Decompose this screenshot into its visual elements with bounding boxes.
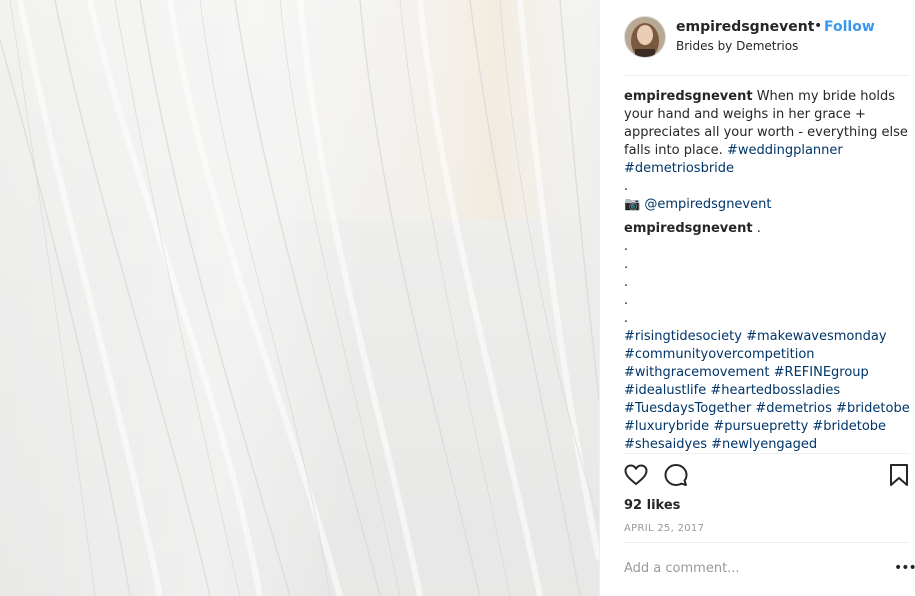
camera-icon: 📷	[624, 197, 641, 212]
caption-text: appreciates all your worth - everything …	[624, 125, 908, 140]
comment-line: empiredsgnevent .	[624, 220, 894, 238]
hashtag-link[interactable]: #REFINEgroup	[774, 365, 869, 380]
hashtag-link[interactable]: #bridetobe	[836, 401, 910, 416]
comment-dot: .	[624, 311, 629, 326]
hashtag-link[interactable]: #pursuepretty	[713, 419, 808, 434]
add-comment-input[interactable]: Add a comment...	[624, 561, 740, 576]
mention-link[interactable]: @empiredsgnevent	[644, 197, 771, 212]
avatar[interactable]	[624, 16, 666, 58]
caption-text: When my bride holds	[756, 89, 896, 104]
comment-bubble-icon	[664, 464, 688, 486]
likes-count[interactable]: 92 likes	[624, 498, 680, 513]
post-photo[interactable]	[0, 0, 599, 596]
hashtag-line: #withgracemovement #REFINEgroup	[624, 364, 894, 382]
caption-line: empiredsgnevent When my bride holds	[624, 88, 896, 106]
action-bar	[624, 463, 914, 491]
hashtag-line: #communityovercompetition	[624, 346, 894, 364]
profile-photo-icon	[625, 17, 665, 57]
hashtag-link[interactable]: #newlyengaged	[711, 437, 817, 452]
hashtag-line: #luxurybride #pursuepretty #bridetobe	[624, 418, 894, 436]
post-side-panel: empiredsgnevent • Follow Brides by Demet…	[599, 0, 915, 596]
hashtag-line: #idealustlife #heartedbossladies	[624, 382, 894, 400]
separator-dot: •	[814, 18, 823, 34]
hashtag-link[interactable]: #makewavesmonday	[746, 329, 886, 344]
comment-dot: .	[624, 257, 629, 272]
like-button[interactable]	[624, 463, 648, 491]
hashtag-link[interactable]: #bridetobe	[812, 419, 886, 434]
comment-button[interactable]	[664, 463, 688, 491]
caption-area: empiredsgnevent When my bride holds your…	[624, 88, 910, 454]
caption-username[interactable]: empiredsgnevent	[624, 89, 753, 104]
caption-dot: .	[624, 179, 629, 194]
follow-button[interactable]: Follow	[824, 19, 875, 35]
hashtag-line: #shesaidyes #newlyengaged	[624, 436, 894, 454]
hashtag-link[interactable]: #demetriosbride	[624, 161, 734, 176]
caption-text: your hand and weighs in her grace +	[624, 107, 866, 122]
caption-line: #demetriosbride	[624, 160, 894, 178]
hashtag-link[interactable]: #TuesdaysTogether	[624, 401, 751, 416]
comment-dot: .	[624, 239, 629, 254]
save-button[interactable]	[889, 463, 909, 491]
hashtag-line: #risingtidesociety #makewavesmonday	[624, 328, 894, 346]
comment-text: .	[756, 221, 761, 236]
post-username[interactable]: empiredsgnevent	[676, 19, 814, 35]
post-header: empiredsgnevent • Follow Brides by Demet…	[624, 14, 910, 74]
caption-line: 📷 @empiredsgnevent	[624, 196, 894, 214]
bookmark-icon	[890, 464, 908, 486]
hashtag-link[interactable]: #shesaidyes	[624, 437, 707, 452]
post-location[interactable]: Brides by Demetrios	[676, 39, 798, 53]
hashtag-link[interactable]: #luxurybride	[624, 419, 709, 434]
heart-icon	[624, 464, 648, 486]
post-date: APRIL 25, 2017	[624, 523, 705, 534]
hashtag-link[interactable]: #demetrios	[755, 401, 832, 416]
comment-dot: .	[624, 275, 629, 290]
hashtag-link[interactable]: #weddingplanner	[727, 143, 843, 158]
divider	[624, 542, 910, 543]
hashtag-link[interactable]: #heartedbossladies	[710, 383, 840, 398]
comment-dot: .	[624, 293, 629, 308]
divider	[624, 75, 910, 76]
caption-text: falls into place.	[624, 143, 723, 158]
hashtag-link[interactable]: #risingtidesociety	[624, 329, 742, 344]
hashtag-link[interactable]: #idealustlife	[624, 383, 706, 398]
hashtag-link[interactable]: #communityovercompetition	[624, 347, 815, 362]
divider	[624, 453, 910, 454]
hashtag-line: #TuesdaysTogether #demetrios #bridetobe	[624, 400, 910, 418]
comment-username[interactable]: empiredsgnevent	[624, 221, 753, 236]
more-options-icon[interactable]: •••	[894, 560, 915, 576]
hashtag-link[interactable]: #withgracemovement	[624, 365, 770, 380]
caption-line: falls into place. #weddingplanner	[624, 142, 894, 160]
tulle-fabric-image	[0, 0, 599, 596]
